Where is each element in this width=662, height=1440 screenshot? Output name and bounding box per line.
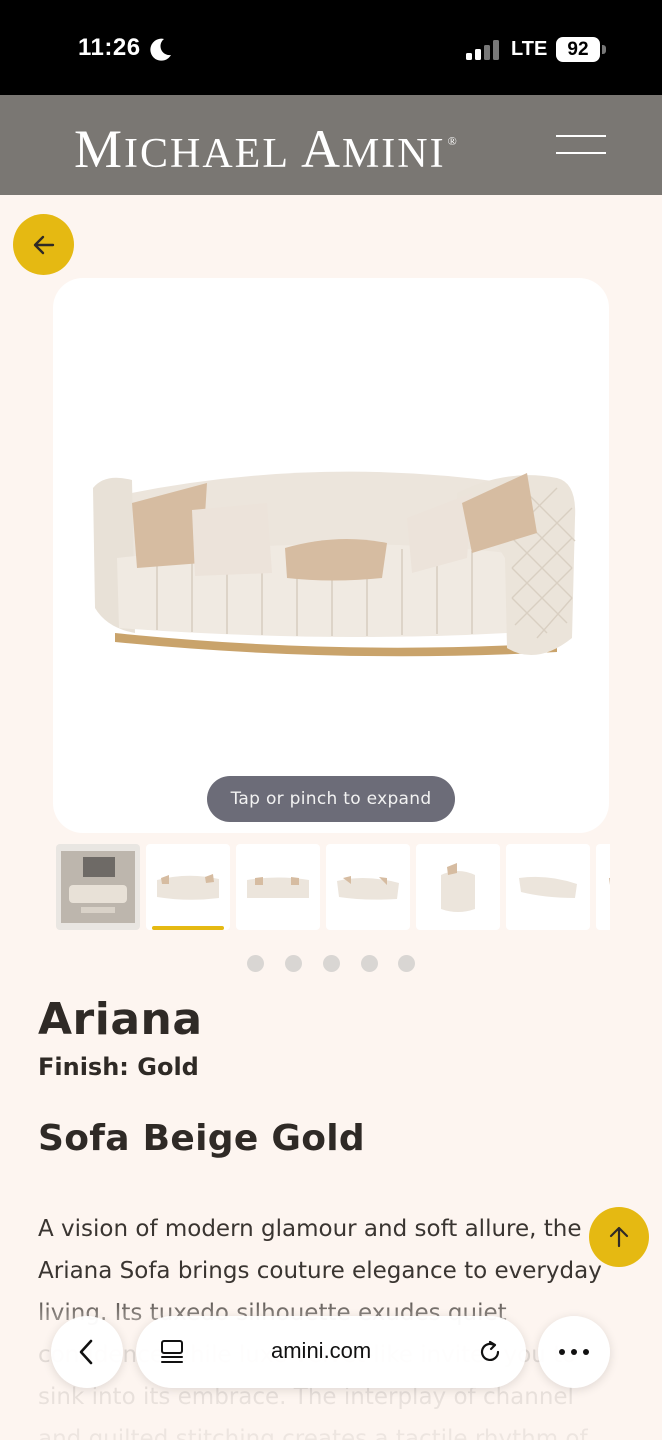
carousel-dot[interactable] [247, 955, 264, 972]
room-scene-image [61, 851, 135, 923]
carousel-dots [247, 955, 417, 973]
more-options-button[interactable] [538, 1316, 610, 1388]
status-bar: 11:26 LTE 92 [0, 0, 662, 95]
thumbnail[interactable] [416, 844, 500, 930]
product-finish: Finish: Gold [38, 1053, 199, 1081]
carousel-dot[interactable] [398, 955, 415, 972]
carousel-dot[interactable] [361, 955, 378, 972]
chevron-left-icon [79, 1339, 93, 1365]
arrow-left-icon [33, 235, 54, 254]
sofa-front-thumb [157, 874, 219, 900]
signal-icon [466, 40, 499, 60]
tabs-icon[interactable] [158, 1338, 186, 1366]
sofa-image [93, 471, 576, 657]
thumbnail[interactable] [236, 844, 320, 930]
reload-icon[interactable] [476, 1338, 504, 1366]
address-bar[interactable]: amini.com [136, 1316, 526, 1388]
product-title: Sofa Beige Gold [38, 1118, 365, 1159]
status-time: 11:26 [78, 34, 141, 61]
sofa-straight-thumb [247, 877, 309, 898]
thumbnail[interactable] [596, 844, 610, 930]
thumbnail[interactable] [56, 844, 140, 930]
carousel-dot[interactable] [323, 955, 340, 972]
thumbnail-strip [56, 844, 610, 934]
sofa-angle-thumb [337, 876, 399, 900]
moon-icon [150, 38, 171, 61]
hamburger-icon[interactable] [556, 133, 606, 157]
brand-logo[interactable]: MICHAEL AMINI ® [74, 118, 464, 179]
sofa-side-thumb [441, 863, 475, 912]
sofa-back-thumb [519, 876, 577, 898]
browser-back-button[interactable] [51, 1316, 123, 1388]
expand-hint: Tap or pinch to expand [207, 776, 455, 822]
battery-level: 92 [556, 37, 600, 62]
product-image[interactable] [53, 278, 609, 833]
more-icon [559, 1349, 589, 1355]
scroll-to-top-button[interactable] [589, 1207, 649, 1267]
carousel-dot[interactable] [285, 955, 302, 972]
battery-tip [602, 45, 606, 54]
sofa-detail-thumb [609, 877, 610, 885]
active-thumbnail-indicator [152, 926, 224, 930]
product-name: Ariana [38, 994, 203, 1045]
thumbnail[interactable] [146, 844, 230, 930]
thumbnail[interactable] [326, 844, 410, 930]
network-type: LTE [511, 38, 548, 60]
url-text: amini.com [271, 1338, 372, 1363]
back-button[interactable] [13, 214, 74, 275]
arrow-up-icon [609, 1226, 629, 1248]
thumbnail[interactable] [506, 844, 590, 930]
